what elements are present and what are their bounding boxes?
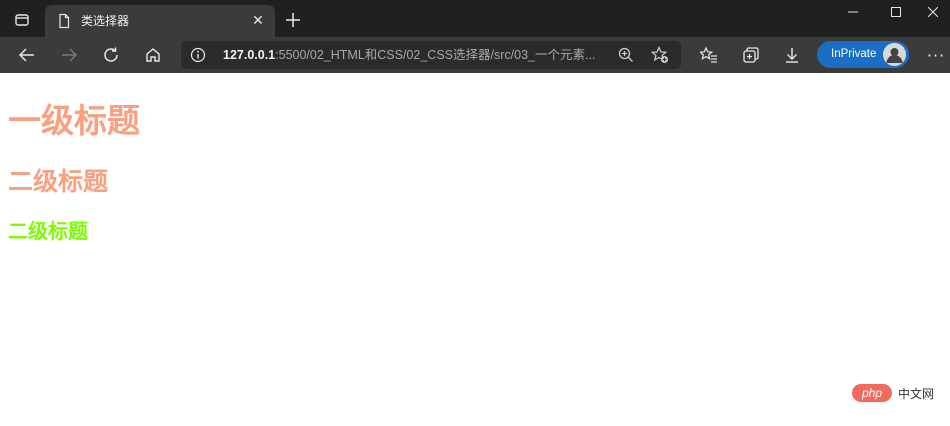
forward-button[interactable] [56,43,82,67]
new-tab-button[interactable] [282,9,304,31]
page-content: 一级标题 二级标题 二级标题 [0,73,950,426]
tab-actions-icon [15,14,29,26]
title-bar: 类选择器 ✕ [0,0,950,37]
avatar [883,43,906,66]
favorites-icon [700,46,717,63]
heading-level-2-second: 二级标题 [8,219,88,243]
close-window-button[interactable] [916,0,950,24]
watermark-text: 中文网 [898,386,935,401]
refresh-icon [104,47,118,62]
plus-icon [286,13,300,27]
inprivate-label: InPrivate [831,48,877,60]
back-button[interactable] [14,43,40,67]
download-icon [786,48,798,63]
page-icon [59,13,70,29]
arrow-right-icon [62,48,78,62]
watermark-logo: php [852,384,892,402]
close-icon [928,7,938,17]
address-bar[interactable]: 127.0.0.1:5500/02_HTML和CSS/02_CSS选择器/src… [181,41,681,69]
maximize-button[interactable] [873,0,919,24]
home-icon [146,48,160,62]
url-path: :5500/02_HTML和CSS/02_CSS选择器/src/03_一个元素.… [275,48,596,62]
heading-level-1: 一级标题 [8,101,140,140]
more-menu-button[interactable]: ··· [924,43,948,67]
maximize-icon [891,7,901,17]
profile-avatar-icon [883,43,906,66]
url-text[interactable]: 127.0.0.1:5500/02_HTML和CSS/02_CSS选择器/src… [223,47,603,63]
inprivate-button[interactable]: InPrivate [817,41,909,68]
collections-button[interactable] [738,43,764,67]
minimize-icon [848,11,858,13]
watermark: php 中文网 [852,383,934,403]
favorites-button[interactable] [696,43,722,67]
info-icon[interactable] [190,47,206,63]
heading-level-2-first: 二级标题 [8,167,109,196]
downloads-button[interactable] [779,43,805,67]
home-button[interactable] [140,43,166,67]
arrow-left-icon [18,48,34,62]
active-tab[interactable]: 类选择器 ✕ [45,5,275,37]
zoom-in-icon[interactable] [617,46,635,64]
tab-actions-button[interactable] [6,6,38,34]
tab-close-icon[interactable]: ✕ [249,12,267,30]
refresh-button[interactable] [98,43,124,67]
collections-icon [743,47,759,63]
tab-title: 类选择器 [81,14,130,28]
minimize-button[interactable] [830,0,876,24]
add-favorite-icon[interactable] [651,46,669,64]
url-host: 127.0.0.1 [223,48,276,62]
browser-toolbar: 127.0.0.1:5500/02_HTML和CSS/02_CSS选择器/src… [0,37,950,73]
